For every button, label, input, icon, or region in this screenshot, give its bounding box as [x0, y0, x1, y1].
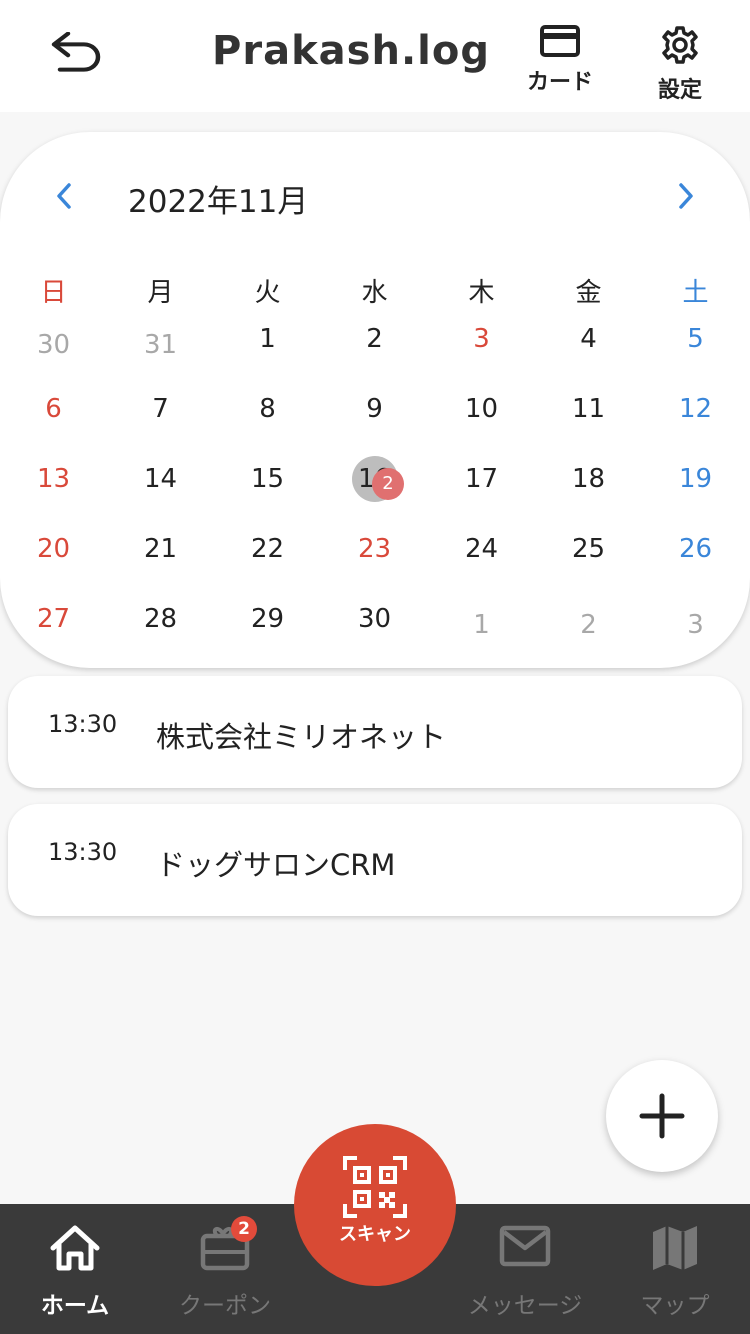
plus-icon: [639, 1093, 685, 1139]
calendar-grid: 日 月 火 水 木 金 土 30 31 1 2 3 4 5 6 7 8 9 10…: [0, 268, 750, 664]
calendar-day[interactable]: 18: [535, 464, 642, 494]
calendar-day[interactable]: 13: [0, 464, 107, 494]
calendar-day[interactable]: 19: [642, 464, 749, 494]
weekday-label: 火: [254, 278, 281, 308]
calendar-day[interactable]: 1: [214, 324, 321, 354]
nav-home-label: ホーム: [40, 1293, 110, 1319]
weekday-label: 金: [575, 278, 602, 308]
calendar-day[interactable]: 15: [214, 464, 321, 494]
mail-icon: [499, 1225, 551, 1267]
calendar-day-selected[interactable]: 16 2: [321, 456, 428, 502]
selected-day-wrap: 16 2: [351, 456, 404, 502]
card-label: カード: [526, 70, 593, 95]
calendar-day[interactable]: 24: [428, 534, 535, 564]
settings-label: 設定: [657, 78, 702, 103]
weekday-label: 水: [361, 278, 388, 308]
calendar-day[interactable]: 2: [535, 610, 642, 640]
settings-button[interactable]: 設定: [630, 24, 730, 108]
calendar-day[interactable]: 9: [321, 394, 428, 424]
coupon-count-badge: 2: [231, 1216, 257, 1242]
nav-message[interactable]: メッセージ: [450, 1204, 600, 1334]
calendar-day[interactable]: 31: [107, 330, 214, 360]
event-title: 株式会社ミリオネット: [156, 720, 447, 754]
calendar-day[interactable]: 30: [0, 330, 107, 360]
week-row: 30 31 1 2 3 4 5: [0, 314, 750, 384]
nav-message-icon-wrap: [499, 1224, 551, 1276]
weekday-row: 日 月 火 水 木 金 土: [0, 268, 750, 314]
week-row: 20 21 22 23 24 25 26: [0, 524, 750, 594]
nav-home-icon-wrap: [49, 1224, 101, 1276]
nav-map-icon-wrap: [651, 1224, 699, 1276]
credit-card-icon: [540, 25, 580, 57]
app-header: Prakash.log カード 設定: [0, 0, 750, 112]
calendar-day[interactable]: 8: [214, 394, 321, 424]
calendar-day[interactable]: 26: [642, 534, 749, 564]
chevron-left-icon: [57, 183, 71, 209]
weekday-label: 日: [40, 278, 67, 308]
week-row: 6 7 8 9 10 11 12: [0, 384, 750, 454]
calendar: 2022年11月 日 月 火 水 木 金 土 30 31 1 2 3 4 5 6…: [0, 132, 750, 668]
home-icon: [50, 1225, 100, 1271]
weekday-label: 木: [468, 278, 495, 308]
event-title: ドッグサロンCRM: [156, 848, 396, 882]
event-card[interactable]: 13:30 株式会社ミリオネット: [8, 676, 742, 788]
next-month-button[interactable]: [666, 176, 706, 216]
calendar-day[interactable]: 11: [535, 394, 642, 424]
calendar-day[interactable]: 30: [321, 604, 428, 634]
scan-label: スキャン: [339, 1224, 411, 1245]
nav-home[interactable]: ホーム: [0, 1204, 150, 1334]
calendar-day[interactable]: 27: [0, 604, 107, 634]
weekday-label: 土: [682, 278, 709, 308]
calendar-day[interactable]: 12: [642, 394, 749, 424]
add-event-button[interactable]: [606, 1060, 718, 1172]
prev-month-button[interactable]: [44, 176, 84, 216]
month-label: 2022年11月: [128, 184, 309, 220]
calendar-day[interactable]: 29: [214, 604, 321, 634]
nav-map-label: マップ: [640, 1293, 710, 1319]
nav-message-label: メッセージ: [467, 1293, 583, 1319]
week-row: 27 28 29 30 1 2 3: [0, 594, 750, 664]
weekday-label: 月: [147, 278, 174, 308]
calendar-day[interactable]: 4: [535, 324, 642, 354]
calendar-day[interactable]: 5: [642, 324, 749, 354]
calendar-day[interactable]: 17: [428, 464, 535, 494]
event-count-badge: 2: [371, 468, 404, 500]
calendar-day[interactable]: 6: [0, 394, 107, 424]
event-time: 13:30: [48, 710, 118, 738]
map-icon: [653, 1226, 697, 1270]
gear-icon: [662, 26, 698, 64]
calendar-day[interactable]: 1: [428, 610, 535, 640]
calendar-day[interactable]: 14: [107, 464, 214, 494]
calendar-day[interactable]: 25: [535, 534, 642, 564]
calendar-day[interactable]: 28: [107, 604, 214, 634]
calendar-day[interactable]: 3: [642, 610, 749, 640]
calendar-day[interactable]: 3: [428, 324, 535, 354]
chevron-right-icon: [679, 183, 693, 209]
nav-coupon-icon-wrap: 2: [199, 1216, 257, 1276]
calendar-day[interactable]: 22: [214, 534, 321, 564]
calendar-day[interactable]: 2: [321, 324, 428, 354]
calendar-day[interactable]: 7: [107, 394, 214, 424]
qr-code-icon: [343, 1156, 407, 1218]
week-row: 13 14 15 16 2 17 18 19: [0, 454, 750, 524]
nav-coupon[interactable]: 2 クーポン: [150, 1204, 300, 1334]
calendar-day[interactable]: 10: [428, 394, 535, 424]
scan-button[interactable]: スキャン: [294, 1124, 456, 1286]
card-button[interactable]: カード: [510, 24, 610, 108]
calendar-day[interactable]: 20: [0, 534, 107, 564]
nav-coupon-label: クーポン: [179, 1293, 271, 1319]
event-card[interactable]: 13:30 ドッグサロンCRM: [8, 804, 742, 916]
nav-map[interactable]: マップ: [600, 1204, 750, 1334]
calendar-day[interactable]: 21: [107, 534, 214, 564]
event-time: 13:30: [48, 838, 118, 866]
calendar-day[interactable]: 23: [321, 534, 428, 564]
